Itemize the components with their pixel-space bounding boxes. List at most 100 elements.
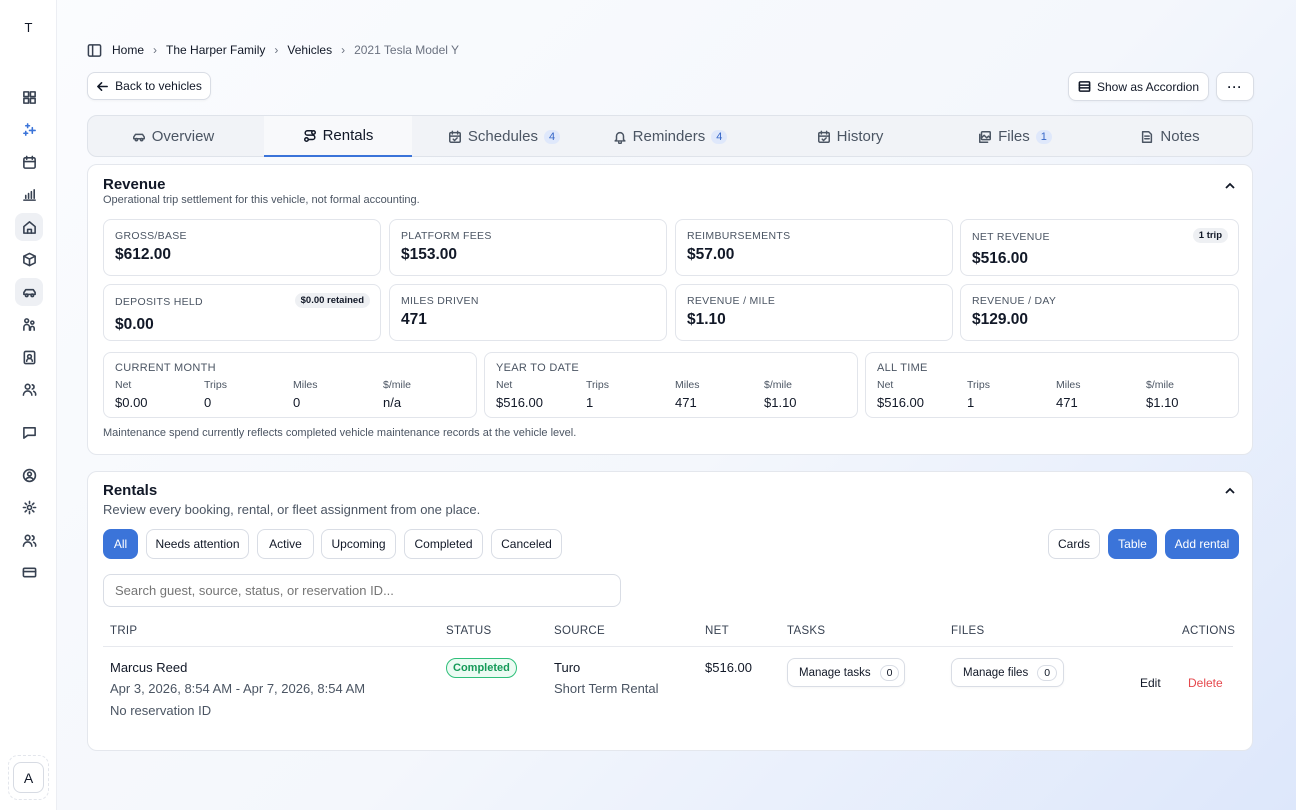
billing-icon[interactable]: [15, 558, 43, 586]
more-options-button[interactable]: ···: [1216, 72, 1254, 101]
summary-label: ALL TIME: [877, 362, 928, 374]
account-icon[interactable]: [15, 461, 43, 489]
summary-per-mile: $1.10: [1146, 395, 1179, 410]
stat-miles-driven: MILES DRIVEN 471: [389, 284, 667, 341]
summary-key: Net: [877, 379, 894, 391]
summary-current-month: CURRENT MONTH Net Trips Miles $/mile $0.…: [103, 352, 477, 418]
view-cards-button[interactable]: Cards: [1048, 529, 1100, 559]
stat-value: 471: [401, 311, 427, 328]
stat-net-revenue: NET REVENUE 1 trip $516.00: [960, 219, 1239, 276]
car-icon[interactable]: [15, 278, 43, 306]
summary-net: $516.00: [877, 395, 924, 410]
chat-icon[interactable]: [15, 418, 43, 446]
home-icon[interactable]: [15, 213, 43, 241]
tab-label: Schedules: [467, 128, 538, 145]
sidebar-rail: T A: [0, 0, 57, 810]
summary-all-time: ALL TIME Net Trips Miles $/mile $516.00 …: [865, 352, 1239, 418]
chevron-up-icon[interactable]: [1223, 484, 1237, 498]
stat-platform-fees: PLATFORM FEES $153.00: [389, 219, 667, 276]
box-icon[interactable]: [15, 245, 43, 273]
family-icon[interactable]: [15, 310, 43, 338]
breadcrumb-vehicles[interactable]: Vehicles: [287, 43, 332, 57]
tab-label: Overview: [151, 128, 215, 145]
stat-label: MILES DRIVEN: [401, 295, 479, 307]
summary-year-to-date: YEAR TO DATE Net Trips Miles $/mile $516…: [484, 352, 858, 418]
column-files: FILES: [951, 625, 985, 637]
tab-overview[interactable]: Overview: [88, 116, 258, 157]
team-icon[interactable]: [15, 526, 43, 554]
tab-label: Reminders: [632, 128, 706, 145]
user-avatar[interactable]: A: [13, 762, 44, 793]
revenue-subtitle: Operational trip settlement for this veh…: [103, 194, 420, 206]
back-to-vehicles-button[interactable]: Back to vehicles: [87, 72, 211, 100]
summary-label: YEAR TO DATE: [496, 362, 580, 374]
tab-files[interactable]: Files 1: [930, 116, 1100, 157]
vehicle-tabs: Overview Rentals Schedules 4 Reminders 4 H…: [87, 115, 1253, 157]
tab-notes[interactable]: Notes: [1088, 116, 1252, 157]
manage-files-button[interactable]: Manage files 0: [951, 658, 1064, 687]
tab-count-badge: 4: [711, 129, 728, 144]
settings-icon[interactable]: [15, 493, 43, 521]
workspace-logo[interactable]: T: [0, 20, 57, 35]
chevron-up-icon[interactable]: [1223, 179, 1237, 193]
sidebar-toggle-icon[interactable]: [87, 43, 102, 58]
stat-pill: $0.00 retained: [294, 293, 370, 308]
summary-net: $516.00: [496, 395, 543, 410]
filter-upcoming[interactable]: Upcoming: [321, 529, 396, 559]
manage-tasks-button[interactable]: Manage tasks 0: [787, 658, 905, 687]
show-as-accordion-button[interactable]: Show as Accordion: [1068, 72, 1209, 101]
filter-active[interactable]: Active: [257, 529, 314, 559]
sparkles-icon[interactable]: [15, 115, 43, 143]
tab-label: Files: [998, 128, 1030, 145]
route-icon: [303, 129, 316, 142]
stat-value: $516.00: [972, 250, 1029, 267]
rental-search-input[interactable]: [103, 574, 621, 607]
status-badge: Completed: [446, 658, 517, 678]
header-divider: [103, 646, 1233, 647]
guest-name[interactable]: Marcus Reed: [110, 660, 187, 675]
breadcrumb-family[interactable]: The Harper Family: [166, 43, 265, 57]
filter-all[interactable]: All: [103, 529, 138, 559]
stat-value: $1.10: [687, 311, 726, 328]
calendar-icon[interactable]: [15, 148, 43, 176]
filter-completed[interactable]: Completed: [404, 529, 483, 559]
rentals-title: Rentals: [103, 482, 158, 499]
stat-deposits-held: DEPOSITS HELD $0.00 retained $0.00: [103, 284, 381, 341]
tab-reminders[interactable]: Reminders 4: [594, 116, 746, 157]
rentals-subtitle: Review every booking, rental, or fleet a…: [103, 502, 481, 517]
maintenance-note: Maintenance spend currently reflects com…: [103, 427, 577, 439]
users-icon[interactable]: [15, 375, 43, 403]
view-table-button[interactable]: Table: [1108, 529, 1157, 559]
notes-icon: [1142, 130, 1153, 143]
summary-key: Net: [115, 379, 132, 391]
summary-miles: 471: [675, 395, 697, 410]
tab-history[interactable]: History: [768, 116, 932, 157]
chart-icon[interactable]: [15, 180, 43, 208]
tab-count-badge: 4: [543, 129, 561, 144]
summary-key: $/mile: [383, 379, 412, 391]
edit-button[interactable]: Edit: [1140, 676, 1161, 690]
revenue-title: Revenue: [103, 176, 166, 193]
stat-value: $612.00: [115, 246, 172, 263]
summary-key: Trips: [967, 379, 990, 391]
summary-trips: 0: [204, 395, 212, 410]
files-count: 0: [1037, 664, 1058, 681]
tab-rentals[interactable]: Rentals: [264, 116, 412, 157]
filter-canceled[interactable]: Canceled: [491, 529, 562, 559]
chevron-right-icon: ›: [341, 43, 346, 57]
summary-key: Trips: [586, 379, 609, 391]
back-label: Back to vehicles: [115, 79, 202, 93]
source-name: Turo: [554, 660, 581, 675]
tab-schedules[interactable]: Schedules 4: [428, 116, 580, 157]
manage-tasks-label: Manage tasks: [799, 666, 871, 679]
source-type: Short Term Rental: [554, 681, 659, 696]
dashboard-icon[interactable]: [15, 83, 43, 111]
contact-icon[interactable]: [15, 343, 43, 371]
tasks-count: 0: [879, 664, 900, 681]
add-rental-button[interactable]: Add rental: [1165, 529, 1239, 559]
tab-label: Notes: [1160, 128, 1200, 145]
breadcrumb-home[interactable]: Home: [112, 43, 144, 57]
layout-rows-icon: [1078, 81, 1091, 92]
delete-button[interactable]: Delete: [1188, 676, 1223, 690]
filter-needs-attention[interactable]: Needs attention: [146, 529, 249, 559]
